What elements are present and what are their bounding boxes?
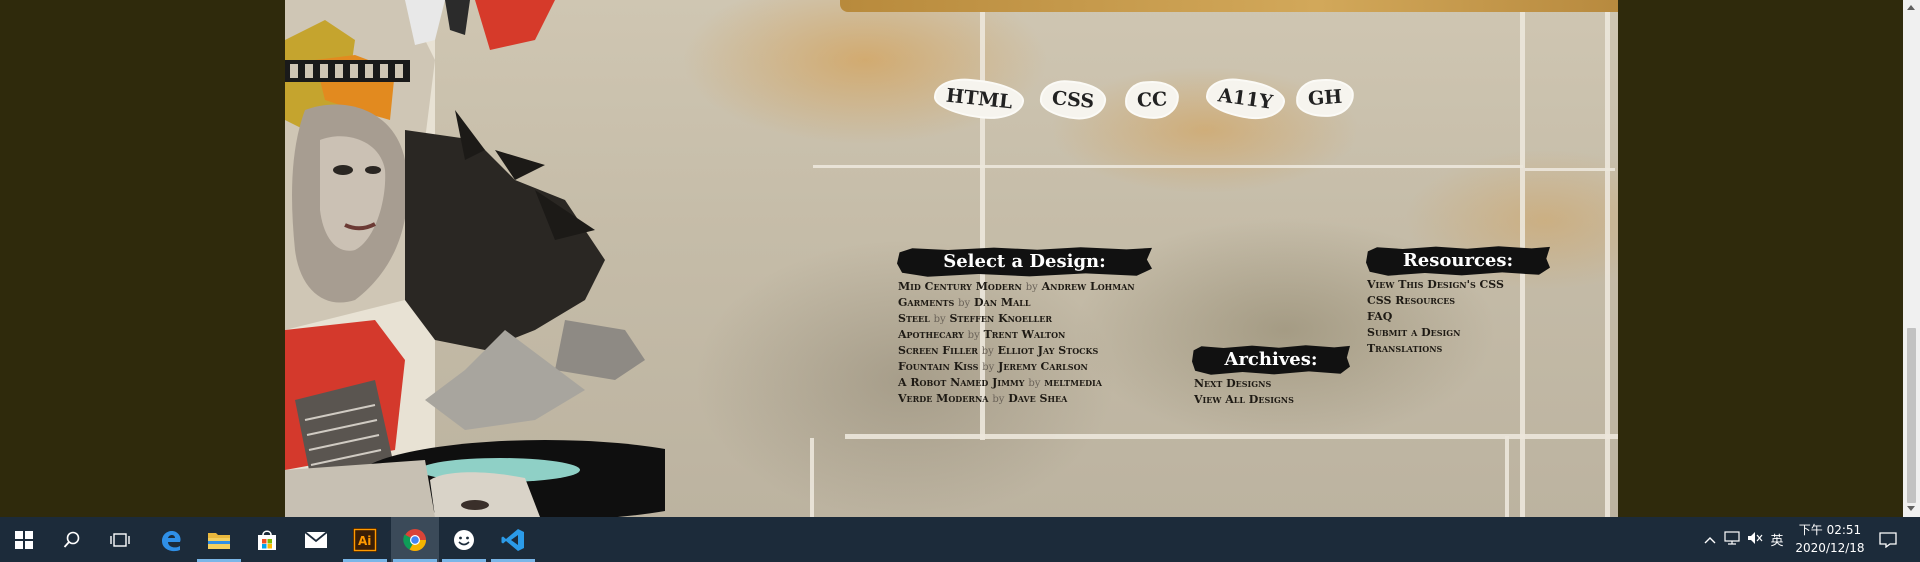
by-label: by — [1025, 282, 1038, 293]
edge-icon[interactable] — [147, 517, 195, 562]
by-label: by — [982, 362, 995, 373]
author-link[interactable]: Dan Mall — [974, 296, 1031, 309]
search-icon[interactable] — [48, 517, 96, 562]
by-label: by — [967, 330, 980, 341]
resources-list: View This Design's CSS CSS Resources FAQ… — [1367, 277, 1504, 357]
list-item: Translations — [1367, 341, 1504, 357]
scroll-up-arrow[interactable] — [1907, 5, 1915, 10]
list-item: View This Design's CSS — [1367, 277, 1504, 293]
scroll-thumb[interactable] — [1907, 328, 1916, 503]
by-label: by — [981, 346, 994, 357]
archives-list: Next Designs View All Designs — [1194, 376, 1294, 408]
store-icon[interactable] — [243, 517, 291, 562]
system-clock[interactable]: 下午 02:51 2020/12/18 — [1790, 521, 1870, 557]
css-zen-garden-page: HTML CSS CC A11Y GH Select a Design: Mid… — [285, 0, 1618, 517]
system-tray: 英 — [1700, 517, 1790, 562]
clock-date: 2020/12/18 — [1795, 541, 1865, 555]
vertical-scrollbar[interactable] — [1903, 0, 1920, 517]
next-designs-link[interactable]: Next Designs — [1194, 377, 1271, 390]
volume-muted-icon[interactable] — [1744, 531, 1766, 548]
mortar-line — [845, 434, 1618, 439]
list-item: Steel by Steffen Knoeller — [898, 311, 1135, 327]
collage-illustration — [285, 0, 665, 517]
top-plaque — [840, 0, 1618, 12]
author-link[interactable]: Trent Walton — [984, 328, 1066, 341]
a11y-tag-link[interactable]: A11Y — [1205, 76, 1285, 122]
mortar-line — [813, 165, 1523, 168]
list-item: CSS Resources — [1367, 293, 1504, 309]
view-css-link[interactable]: View This Design's CSS — [1367, 278, 1504, 291]
faq-link[interactable]: FAQ — [1367, 310, 1392, 323]
author-link[interactable]: Elliot Jay Stocks — [998, 344, 1099, 357]
by-label: by — [933, 314, 946, 325]
submit-design-link[interactable]: Submit a Design — [1367, 326, 1460, 339]
design-link[interactable]: Apothecary — [898, 328, 964, 341]
ime-indicator[interactable]: 英 — [1766, 530, 1788, 549]
css-tag-link[interactable]: CSS — [1040, 80, 1106, 120]
list-item: A Robot Named Jimmy by meltmedia — [898, 375, 1135, 391]
author-link[interactable]: Steffen Knoeller — [949, 312, 1052, 325]
scroll-down-arrow[interactable] — [1907, 506, 1915, 511]
design-list: Mid Century Modern by Andrew Lohman Garm… — [898, 279, 1135, 407]
task-view-icon[interactable] — [96, 517, 144, 562]
css-resources-link[interactable]: CSS Resources — [1367, 294, 1455, 307]
list-item: Screen Filler by Elliot Jay Stocks — [898, 343, 1135, 359]
taskbar: Ai 英 下午 02:51 2020/12/18 — [0, 517, 1920, 562]
list-item: FAQ — [1367, 309, 1504, 325]
design-link[interactable]: Garments — [898, 296, 954, 309]
select-design-heading: Select a Design: — [897, 247, 1152, 277]
html-tag-link[interactable]: HTML — [934, 77, 1025, 121]
list-item: Verde Moderna by Dave Shea — [898, 391, 1135, 407]
mortar-line — [810, 438, 814, 517]
clock-time: 下午 02:51 — [1798, 523, 1862, 537]
file-explorer-icon[interactable] — [195, 517, 243, 562]
translations-link[interactable]: Translations — [1367, 342, 1442, 355]
by-label: by — [1028, 378, 1041, 389]
cc-tag-link[interactable]: CC — [1126, 81, 1179, 119]
mortar-line — [1505, 436, 1509, 517]
svg-text:Ai: Ai — [358, 534, 371, 548]
design-link[interactable]: A Robot Named Jimmy — [898, 376, 1025, 389]
vscode-icon[interactable] — [489, 517, 537, 562]
network-icon[interactable] — [1720, 531, 1744, 548]
illustrator-icon[interactable]: Ai — [341, 517, 389, 562]
mortar-line — [1525, 168, 1615, 171]
design-link[interactable]: Fountain Kiss — [898, 360, 978, 373]
notification-icon[interactable] — [1866, 517, 1910, 562]
gh-tag-link[interactable]: GH — [1296, 79, 1354, 117]
mortar-line — [1605, 0, 1610, 517]
design-link[interactable]: Verde Moderna — [898, 392, 989, 405]
chrome-icon[interactable] — [391, 517, 439, 562]
design-link[interactable]: Mid Century Modern — [898, 280, 1022, 293]
view-all-designs-link[interactable]: View All Designs — [1194, 393, 1294, 406]
chevron-up-icon[interactable] — [1700, 532, 1720, 547]
by-label: by — [992, 394, 1005, 405]
list-item: Submit a Design — [1367, 325, 1504, 341]
author-link[interactable]: Andrew Lohman — [1042, 280, 1135, 293]
design-link[interactable]: Steel — [898, 312, 930, 325]
list-item: View All Designs — [1194, 392, 1294, 408]
list-item: Fountain Kiss by Jeremy Carlson — [898, 359, 1135, 375]
start-icon[interactable] — [0, 517, 48, 562]
author-link[interactable]: meltmedia — [1044, 376, 1102, 389]
design-link[interactable]: Screen Filler — [898, 344, 978, 357]
by-label: by — [958, 298, 971, 309]
author-link[interactable]: Jeremy Carlson — [998, 360, 1088, 373]
archives-heading: Archives: — [1192, 345, 1350, 375]
mail-icon[interactable] — [292, 517, 340, 562]
list-item: Mid Century Modern by Andrew Lohman — [898, 279, 1135, 295]
list-item: Garments by Dan Mall — [898, 295, 1135, 311]
resources-heading: Resources: — [1366, 246, 1550, 276]
list-item: Apothecary by Trent Walton — [898, 327, 1135, 343]
emoji-app-icon[interactable] — [440, 517, 488, 562]
author-link[interactable]: Dave Shea — [1008, 392, 1067, 405]
list-item: Next Designs — [1194, 376, 1294, 392]
